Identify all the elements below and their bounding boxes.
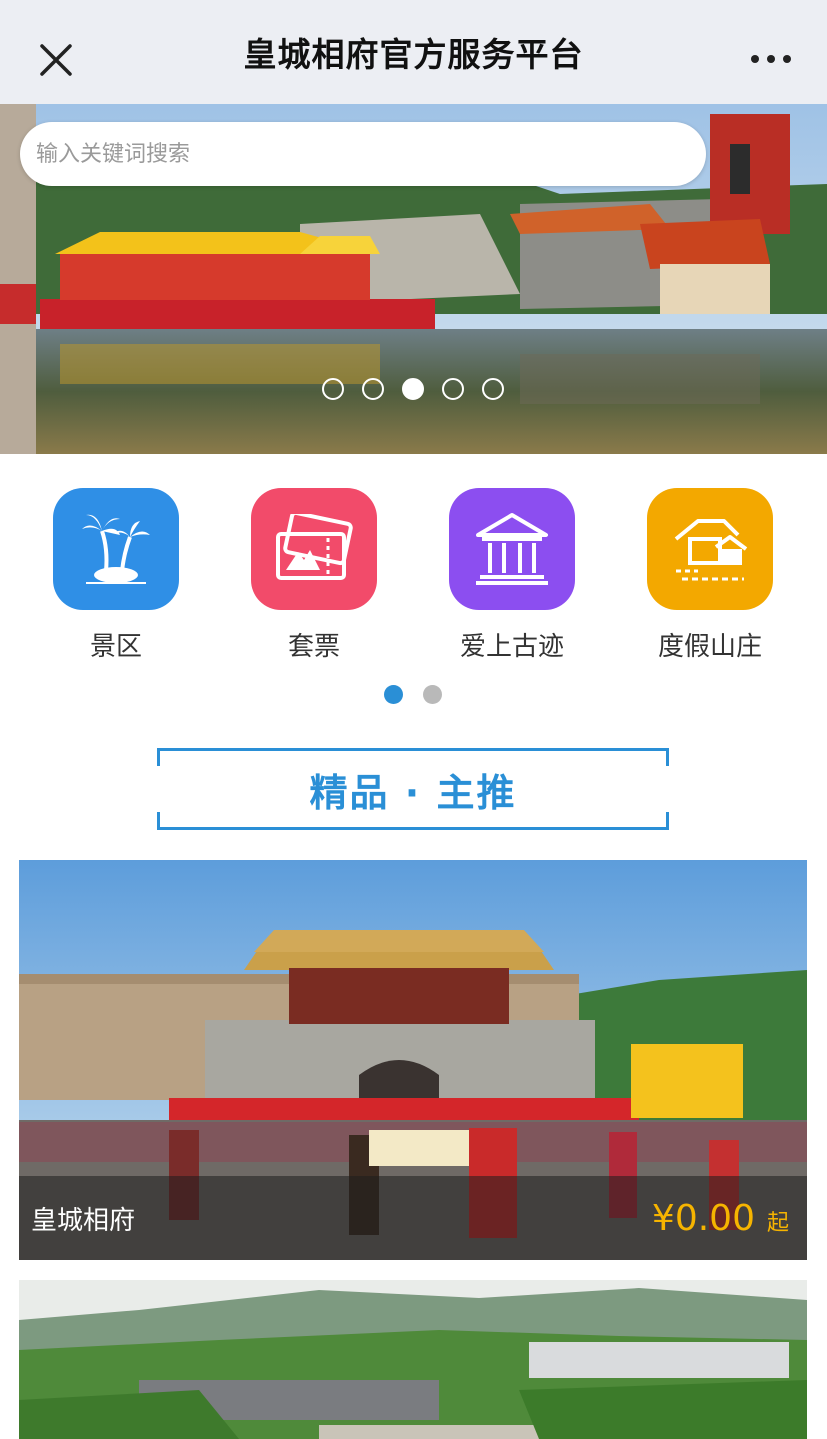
category-label: 度假山庄 [657, 632, 762, 662]
temple-icon [449, 488, 575, 610]
product-name: 皇城相府 [31, 1205, 136, 1236]
price-suffix: 起 [766, 1210, 789, 1236]
category-package-ticket[interactable]: 套票 [239, 488, 389, 663]
product-card[interactable] [19, 1280, 807, 1439]
section-title: 精品 · 主推 [309, 770, 517, 815]
banner-dot[interactable] [442, 378, 464, 400]
product-image [19, 1280, 807, 1439]
product-info-bar: 皇城相府 ¥0.00 起 [19, 1176, 807, 1260]
category-label: 景区 [89, 632, 142, 662]
villa-icon [647, 488, 773, 610]
top-bar: 皇城相府官方服务平台 [0, 0, 827, 104]
category-heritage[interactable]: 爱上古迹 [437, 488, 587, 663]
category-page-dot-active[interactable] [384, 685, 403, 704]
banner-pagination [322, 378, 504, 400]
banner-dot[interactable] [482, 378, 504, 400]
page-title: 皇城相府官方服务平台 [243, 35, 584, 74]
more-icon[interactable] [751, 52, 791, 66]
category-scenic[interactable]: 景区 [41, 488, 191, 663]
ticket-icon [251, 488, 377, 610]
category-pagination [384, 685, 442, 704]
search-bar[interactable] [20, 122, 706, 186]
category-label: 爱上古迹 [459, 632, 564, 662]
product-price: ¥0.00 起 [652, 1198, 789, 1239]
banner-dot-active[interactable] [402, 378, 424, 400]
price-value: ¥0.00 [651, 1197, 755, 1239]
category-grid: 景区 套票 爱上古迹 度假山庄 [0, 488, 827, 668]
banner-dot[interactable] [322, 378, 344, 400]
section-header: 精品 · 主推 [157, 748, 669, 830]
category-page-dot[interactable] [423, 685, 442, 704]
product-card[interactable]: 皇城相府 ¥0.00 起 [19, 860, 807, 1260]
banner-dot[interactable] [362, 378, 384, 400]
category-resort[interactable]: 度假山庄 [635, 488, 785, 663]
close-icon[interactable] [36, 40, 76, 80]
category-label: 套票 [287, 632, 340, 662]
search-input[interactable] [36, 141, 706, 167]
palm-tree-icon [53, 488, 179, 610]
